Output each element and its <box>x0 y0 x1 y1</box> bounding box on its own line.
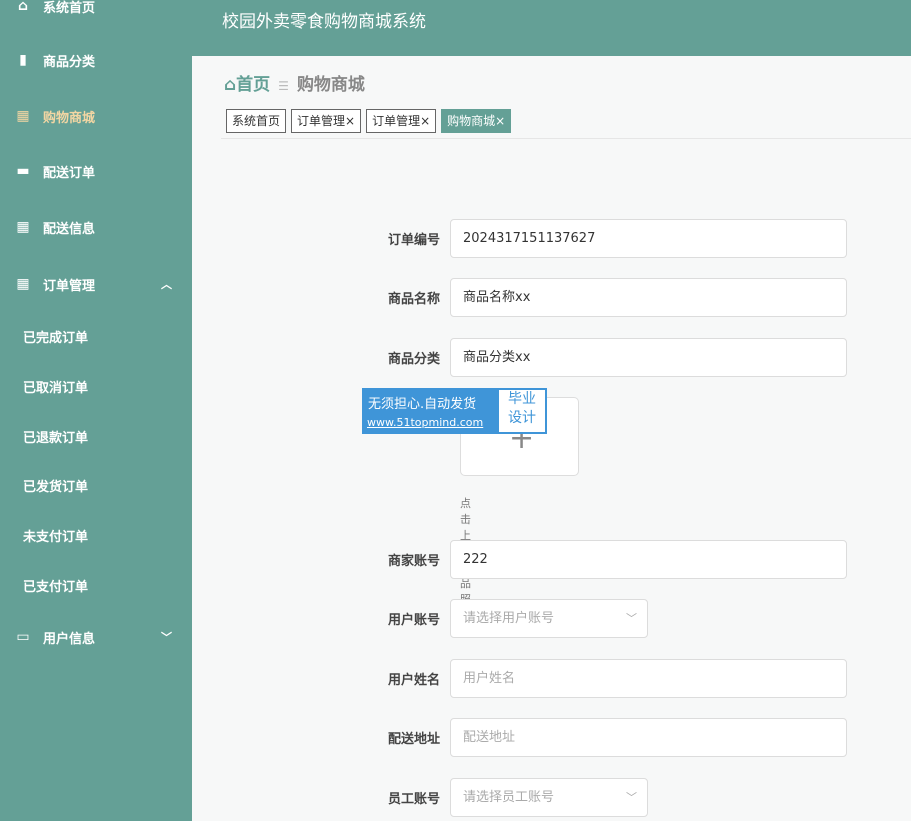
sidebar-item-order-mgmt[interactable]: ▦ 订单管理 ︿ <box>0 264 192 304</box>
sidebar-item-delivery-info[interactable]: ▦ 配送信息 <box>0 207 192 247</box>
breadcrumb-home[interactable]: 首页 <box>236 75 270 95</box>
watermark-text: 无须担心.自动发货 <box>368 397 477 412</box>
label: 配送信息 <box>43 221 96 237</box>
watermark-banner: 无须担心.自动发货 www.51topmind.com 毕业设计 <box>362 388 547 434</box>
placeholder: 请选择用户账号 <box>463 611 555 626</box>
sidebar-sub-cancelled[interactable]: 已取消订单 <box>23 377 88 396</box>
sidebar-item-user-info[interactable]: ▭ 用户信息 ﹀ <box>0 617 192 657</box>
sidebar-item-delivery-orders[interactable]: ▬ 配送订单 <box>0 151 192 191</box>
badge-line2: 设计 <box>508 410 536 426</box>
chevron-down-icon: ﹀ <box>626 791 637 804</box>
breadcrumb-current: 购物商城 <box>296 75 365 95</box>
app-title: 校园外卖零食购物商城系统 <box>222 12 426 32</box>
bar-chart-icon: ▮ <box>19 52 27 68</box>
sidebar-sub-shipped[interactable]: 已发货订单 <box>23 476 88 495</box>
sidebar-sub-unpaid[interactable]: 未支付订单 <box>23 526 88 545</box>
tab-order-mgmt-2[interactable]: 订单管理× <box>366 109 437 133</box>
sidebar-sub-completed[interactable]: 已完成订单 <box>23 327 88 346</box>
home-icon: ⌂ <box>224 75 237 95</box>
grid-icon: ▦ <box>16 276 30 292</box>
watermark-url: www.51topmind.com <box>367 416 484 429</box>
card-icon: ▭ <box>16 629 30 645</box>
breadcrumb: ⌂首页 ☰ 购物商城 <box>224 70 365 95</box>
staff-label: 员工账号 <box>387 792 440 807</box>
header: 校园外卖零食购物商城系统 <box>192 0 911 56</box>
address-input[interactable]: 配送地址 <box>450 718 847 757</box>
tab-bar: 系统首页 订单管理× 订单管理× 购物商城× <box>221 107 911 139</box>
badge-line1: 毕业 <box>508 391 536 407</box>
tab-order-mgmt[interactable]: 订单管理× <box>291 109 362 133</box>
user-name-label: 用户姓名 <box>387 673 440 688</box>
label: 系统首页 <box>43 0 96 16</box>
category-input[interactable]: 商品分类xx <box>450 338 847 377</box>
sidebar-sub-refunded[interactable]: 已退款订单 <box>23 427 88 446</box>
briefcase-icon: ▬ <box>16 163 30 179</box>
grid-icon: ▦ <box>16 219 30 235</box>
order-no-label: 订单编号 <box>387 233 440 248</box>
order-no-input[interactable]: 2024317151137627 <box>450 219 847 258</box>
sidebar-item-shop[interactable]: ▦ 购物商城 <box>0 96 192 136</box>
label: 商品分类 <box>43 54 96 70</box>
sidebar-sub-paid[interactable]: 已支付订单 <box>23 576 88 595</box>
product-name-input[interactable]: 商品名称xx <box>450 278 847 317</box>
label: 购物商城 <box>43 110 96 126</box>
user-account-select[interactable]: 请选择用户账号 ﹀ <box>450 599 648 638</box>
chevron-down-icon: ﹀ <box>161 631 172 644</box>
user-account-label: 用户账号 <box>387 613 440 628</box>
merchant-label: 商家账号 <box>387 554 440 569</box>
tab-shop[interactable]: 购物商城× <box>441 109 512 133</box>
placeholder: 请选择员工账号 <box>463 790 555 805</box>
sidebar-item-category[interactable]: ▮ 商品分类 <box>0 40 192 80</box>
user-name-input[interactable]: 用户姓名 <box>450 659 847 698</box>
main-content: ⌂首页 ☰ 购物商城 系统首页 订单管理× 订单管理× 购物商城× 订单编号 2024… <box>192 56 911 821</box>
label: 订单管理 <box>43 278 96 294</box>
label: 用户信息 <box>43 631 96 647</box>
address-label: 配送地址 <box>387 732 440 747</box>
merchant-input[interactable]: 222 <box>450 540 847 579</box>
tab-home[interactable]: 系统首页 <box>226 109 287 133</box>
chevron-up-icon: ︿ <box>161 278 172 291</box>
separator: ☰ <box>278 79 289 93</box>
sidebar: ⌂ 系统首页 ▮ 商品分类 ▦ 购物商城 ▬ 配送订单 ▦ 配送信息 ▦ 订单管理 ︿ 已完成… <box>0 0 192 821</box>
staff-select[interactable]: 请选择员工账号 ﹀ <box>450 778 648 817</box>
product-name-label: 商品名称 <box>387 292 440 307</box>
sidebar-item-home[interactable]: ⌂ 系统首页 <box>0 0 192 26</box>
chevron-down-icon: ﹀ <box>626 612 637 625</box>
grid-icon: ▦ <box>16 108 30 124</box>
home-icon: ⌂ <box>17 0 29 14</box>
watermark-badge: 毕业 设计 <box>499 390 545 432</box>
label: 配送订单 <box>43 165 96 181</box>
category-label: 商品分类 <box>387 352 440 367</box>
